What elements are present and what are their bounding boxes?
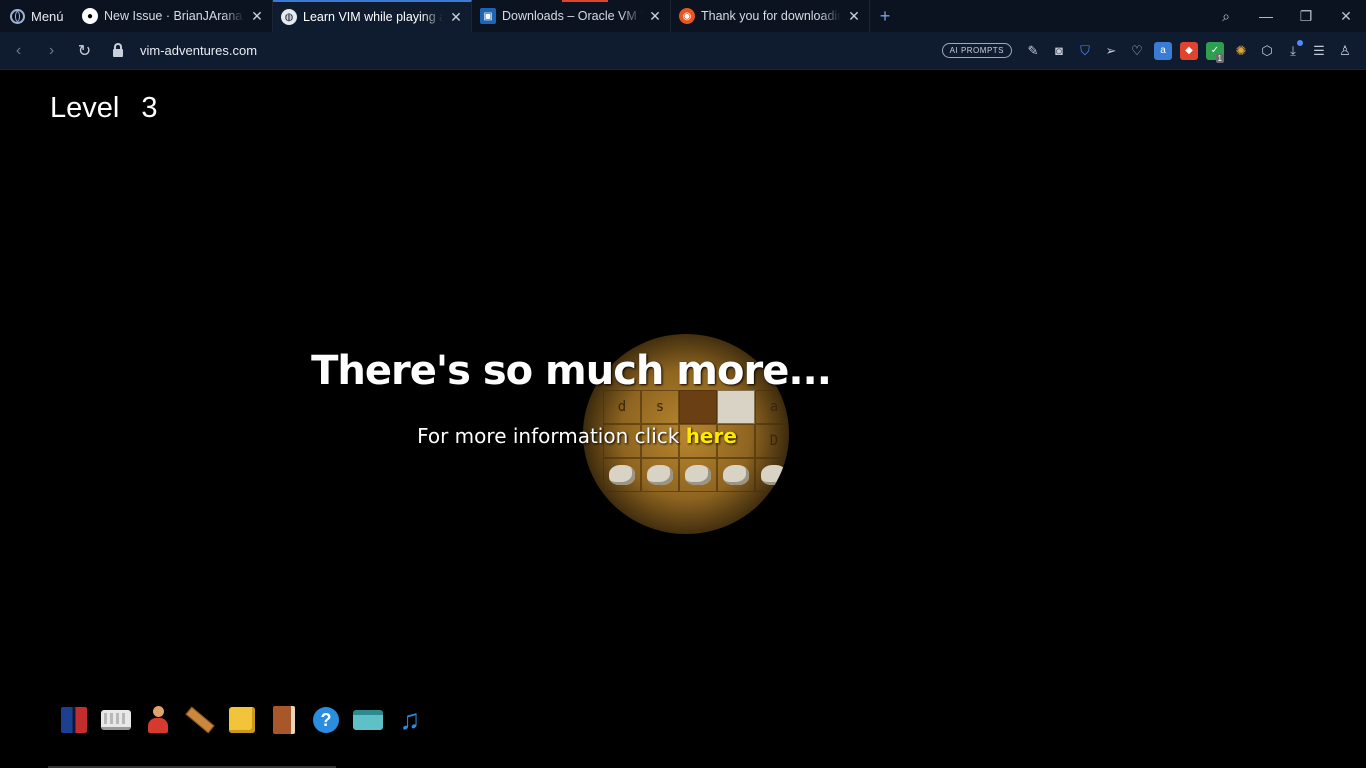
info-text: For more information click here — [0, 424, 1154, 448]
level-indicator: Level 3 — [50, 92, 158, 125]
url-field[interactable]: vim-adventures.com — [140, 43, 257, 58]
tab-title: New Issue · BrianJAranaZ/P — [104, 9, 244, 23]
tab-github-issue[interactable]: ● New Issue · BrianJAranaZ/P ✕ — [74, 0, 273, 32]
headline: There's so much more... — [311, 348, 832, 394]
ubuntu-icon: ◉ — [679, 8, 695, 24]
stone-icon — [755, 458, 789, 492]
send-icon[interactable]: ➢ — [1098, 41, 1124, 61]
ruler-icon[interactable] — [184, 704, 216, 736]
camera-icon[interactable]: ◙ — [1046, 41, 1072, 61]
board-cell: a — [755, 390, 789, 424]
github-icon: ● — [82, 8, 98, 24]
translate-icon[interactable]: a — [1154, 41, 1172, 60]
close-tab-icon[interactable]: ✕ — [847, 8, 861, 25]
adblock-icon[interactable]: ◆ — [1180, 41, 1198, 60]
vpn-extension-icon[interactable]: ✓ 1 — [1206, 41, 1224, 63]
edit-icon[interactable]: ✎ — [1020, 41, 1046, 61]
menu-label: Menú — [31, 8, 64, 24]
tab-title: Learn VIM while playing a g — [303, 10, 443, 24]
profile-icon[interactable]: ♙ — [1332, 41, 1358, 61]
character-icon[interactable] — [142, 704, 174, 736]
close-tab-icon[interactable]: ✕ — [449, 9, 463, 26]
address-bar: ‹ › ↻ vim-adventures.com AI PROMPTS ✎ ◙ … — [0, 32, 1366, 70]
close-window-button[interactable]: ✕ — [1326, 8, 1366, 25]
new-tab-button[interactable]: + — [870, 0, 900, 32]
board-row — [603, 458, 789, 492]
window-controls: ⌕ — ❐ ✕ — [1206, 0, 1366, 32]
chest-icon — [679, 390, 717, 424]
back-button[interactable]: ‹ — [2, 42, 35, 60]
card-icon[interactable] — [352, 704, 384, 736]
shield-icon[interactable]: ⛉ — [1072, 41, 1098, 61]
game-toolbar: ? ♫ — [58, 704, 426, 736]
browser-toolbar: AI PROMPTS ✎ ◙ ⛉ ➢ ♡ a ◆ ✓ 1 ✺ ⬡ ⤓ ☰ ♙ — [941, 39, 1366, 63]
info-link[interactable]: here — [686, 424, 737, 448]
heart-icon[interactable]: ♡ — [1124, 41, 1150, 61]
forward-button[interactable]: › — [35, 42, 68, 60]
opera-menu-button[interactable]: Menú — [0, 0, 74, 32]
tab-ubuntu-download[interactable]: ◉ Thank you for downloading ✕ — [671, 0, 870, 32]
opera-logo-icon — [10, 8, 25, 24]
reload-button[interactable]: ↻ — [68, 41, 101, 61]
color-wheel-icon[interactable]: ✺ — [1228, 41, 1254, 61]
help-icon[interactable]: ? — [310, 704, 342, 736]
minimize-button[interactable]: — — [1246, 8, 1286, 24]
extension-badge: 1 — [1215, 53, 1224, 63]
tab-strip: Menú ● New Issue · BrianJAranaZ/P ✕ ◍ Le… — [0, 0, 1366, 32]
board-cell: s — [641, 390, 679, 424]
cube-icon[interactable]: ⬡ — [1254, 41, 1280, 61]
download-indicator — [1297, 39, 1303, 46]
close-tab-icon[interactable]: ✕ — [648, 8, 662, 25]
vim-adventures-game: Level 3 d s a D There's so much more... … — [0, 70, 1366, 768]
tab-loading-indicator — [562, 0, 608, 2]
tab-virtualbox-downloads[interactable]: ▣ Downloads – Oracle VM Vir ✕ — [472, 0, 671, 32]
restore-button[interactable]: ❐ — [1286, 8, 1326, 25]
board-row: d s a — [603, 390, 789, 424]
puzzle-icon[interactable] — [226, 704, 258, 736]
close-tab-icon[interactable]: ✕ — [250, 8, 264, 25]
level-number: 3 — [141, 92, 158, 124]
tab-vim-adventures[interactable]: ◍ Learn VIM while playing a g ✕ — [273, 0, 472, 32]
stone-icon — [717, 458, 755, 492]
info-label: For more information click — [417, 424, 686, 448]
ai-prompts-button[interactable]: AI PROMPTS — [941, 43, 1012, 58]
board-cell — [717, 390, 755, 424]
level-label: Level — [50, 92, 120, 124]
stone-icon — [603, 458, 641, 492]
tab-title: Thank you for downloading — [701, 9, 841, 23]
lock-icon[interactable] — [113, 42, 123, 57]
stone-icon — [641, 458, 679, 492]
virtualbox-icon: ▣ — [480, 8, 496, 24]
download-icon[interactable]: ⤓ — [1280, 39, 1306, 61]
keyboard-icon[interactable] — [100, 704, 132, 736]
tab-title: Downloads – Oracle VM Vir — [502, 9, 642, 23]
easy-setup-icon[interactable]: ☰ — [1306, 41, 1332, 61]
music-icon[interactable]: ♫ — [394, 704, 426, 736]
stone-icon — [679, 458, 717, 492]
diary-icon[interactable] — [268, 704, 300, 736]
tab-search-icon[interactable]: ⌕ — [1206, 8, 1246, 25]
board-cell: d — [603, 390, 641, 424]
globe-icon: ◍ — [281, 9, 297, 25]
books-icon[interactable] — [58, 704, 90, 736]
